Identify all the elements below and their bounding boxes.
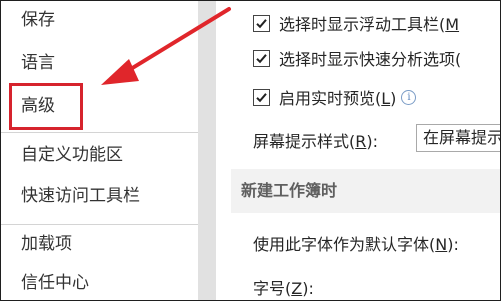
options-sidebar: 保存 语言 高级 自定义功能区 快速访问工具栏 加载项 信任中心 bbox=[1, 1, 198, 300]
pane-separator bbox=[198, 1, 216, 300]
checkmark-icon bbox=[256, 53, 267, 63]
option-show-mini-toolbar[interactable]: 选择时显示浮动工具栏(M bbox=[253, 11, 459, 35]
sidebar-item-quick-access-toolbar[interactable]: 快速访问工具栏 bbox=[21, 185, 140, 207]
sidebar-item-language[interactable]: 语言 bbox=[21, 52, 55, 74]
option-label: 选择时显示浮动工具栏(M bbox=[279, 15, 460, 34]
options-dialog: 保存 语言 高级 自定义功能区 快速访问工具栏 加载项 信任中心 选择时显示浮动… bbox=[0, 0, 501, 301]
checkmark-icon bbox=[256, 92, 267, 102]
default-font-label: 使用此字体作为默认字体(N): bbox=[253, 235, 459, 254]
sidebar-item-save[interactable]: 保存 bbox=[21, 9, 55, 31]
font-size-label: 字号(Z): bbox=[253, 279, 314, 298]
sidebar-divider bbox=[1, 132, 198, 133]
sidebar-item-trust-center[interactable]: 信任中心 bbox=[21, 272, 89, 294]
advanced-options-pane: 选择时显示浮动工具栏(M 选择时显示快速分析选项( 启用实时预览(L) i 屏幕… bbox=[216, 1, 500, 300]
option-label: 选择时显示快速分析选项( bbox=[279, 50, 462, 69]
sidebar-item-add-ins[interactable]: 加载项 bbox=[21, 233, 72, 255]
sidebar-divider bbox=[1, 224, 198, 225]
advanced-highlight-box bbox=[9, 83, 83, 130]
checkbox[interactable] bbox=[253, 49, 270, 67]
checkmark-icon bbox=[256, 18, 267, 28]
screentip-style-dropdown[interactable]: 在屏幕提示 bbox=[416, 124, 500, 152]
option-label: 启用实时预览(L) bbox=[279, 89, 397, 108]
section-new-workbook: 新建工作簿时 bbox=[231, 169, 500, 213]
checkbox[interactable] bbox=[253, 88, 270, 106]
option-live-preview[interactable]: 启用实时预览(L) i bbox=[253, 85, 417, 109]
info-icon[interactable]: i bbox=[401, 89, 417, 105]
option-show-quick-analysis[interactable]: 选择时显示快速分析选项( bbox=[253, 46, 461, 70]
sidebar-item-customize-ribbon[interactable]: 自定义功能区 bbox=[21, 144, 123, 166]
screentip-style-label: 屏幕提示样式(R): bbox=[253, 132, 379, 151]
checkbox[interactable] bbox=[253, 14, 270, 32]
